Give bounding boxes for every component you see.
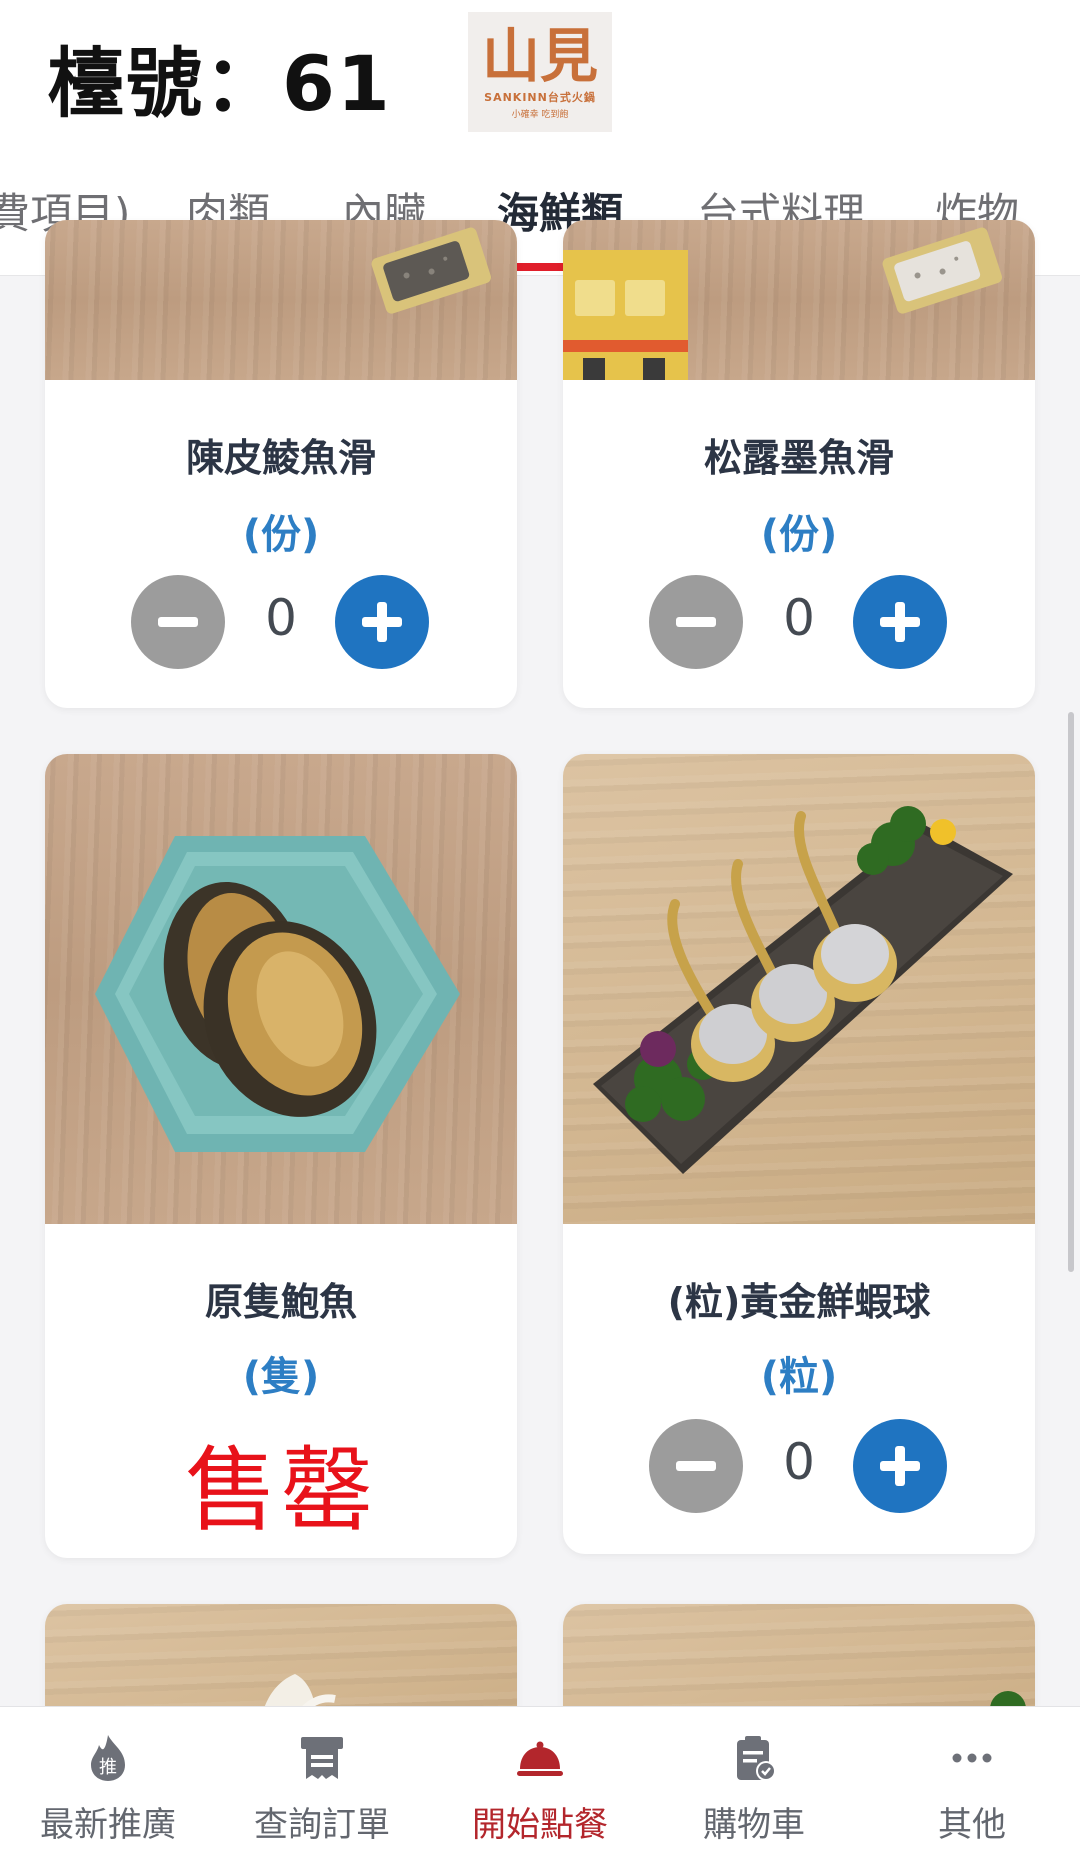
- sold-out-label: 售罄: [184, 1437, 377, 1544]
- increase-button[interactable]: [335, 575, 429, 669]
- cloche-icon: [517, 1741, 563, 1776]
- quantity-stepper: 0: [563, 575, 1035, 669]
- product-photo: [563, 754, 1035, 1224]
- nav-promotions[interactable]: 推 最新推廣: [8, 1733, 208, 1846]
- quantity-value: 0: [783, 589, 815, 647]
- plus-icon: [880, 1446, 920, 1486]
- product-card[interactable]: 陳皮鯪魚滑 (份) 0: [45, 220, 517, 708]
- product-unit: (份): [760, 512, 838, 558]
- svg-text:推: 推: [99, 1757, 117, 1778]
- nav-label: 最新推廣: [40, 1805, 176, 1845]
- nav-label: 查詢訂單: [254, 1805, 390, 1845]
- product-card[interactable]: 松露墨魚滑 (份) 0: [563, 220, 1035, 708]
- product-card[interactable]: 原隻鮑魚 (隻) 售罄: [45, 754, 517, 1558]
- quantity-value: 0: [783, 1433, 815, 1491]
- quantity-stepper: 0: [45, 575, 517, 669]
- nav-more[interactable]: 其他: [872, 1733, 1072, 1846]
- nav-order-history[interactable]: 查詢訂單: [222, 1733, 422, 1846]
- nav-label: 開始點餐: [472, 1805, 608, 1845]
- product-card[interactable]: (粒)黃金鮮蝦球 (粒) 0: [563, 754, 1035, 1554]
- order-receipt-icon: [301, 1737, 343, 1779]
- nav-cart[interactable]: 購物車: [654, 1733, 854, 1846]
- product-unit: (隻): [242, 1354, 320, 1400]
- product-name: 原隻鮑魚: [204, 1280, 357, 1324]
- increase-button[interactable]: [853, 1419, 947, 1513]
- product-unit: (份): [242, 512, 320, 558]
- nav-start-ordering[interactable]: 開始點餐: [440, 1733, 640, 1846]
- minus-icon: [158, 617, 198, 627]
- nav-label: 購物車: [703, 1805, 805, 1845]
- plus-icon: [880, 602, 920, 642]
- product-name: 陳皮鯪魚滑: [185, 436, 376, 480]
- logo-brand-text: SANKINN台式火鍋: [484, 90, 596, 104]
- product-unit: (粒): [760, 1354, 838, 1400]
- decrease-button[interactable]: [649, 1419, 743, 1513]
- brand-logo: 山見 SANKINN台式火鍋 小確幸 吃到飽: [468, 12, 612, 132]
- product-photo: [45, 220, 517, 380]
- nav-label: 其他: [938, 1805, 1006, 1845]
- increase-button[interactable]: [853, 575, 947, 669]
- more-icon: [952, 1753, 992, 1763]
- scrollbar[interactable]: [1068, 712, 1074, 1272]
- logo-slogan: 小確幸 吃到飽: [511, 109, 569, 120]
- quantity-stepper: 0: [563, 1419, 1035, 1513]
- product-name: (粒)黃金鮮蝦球: [667, 1280, 931, 1324]
- plus-icon: [362, 602, 402, 642]
- minus-icon: [676, 1461, 716, 1471]
- header: 檯號：61 山見 SANKINN台式火鍋 小確幸 吃到飽: [0, 0, 1080, 140]
- logo-mark: 山見: [481, 21, 598, 90]
- table-number-label: 檯號：61: [48, 39, 392, 128]
- product-name: 松露墨魚滑: [703, 436, 894, 480]
- cart-clipboard-icon: [737, 1736, 776, 1781]
- minus-icon: [676, 617, 716, 627]
- quantity-value: 0: [265, 589, 297, 647]
- product-photo: [563, 220, 1035, 380]
- decrease-button[interactable]: [649, 575, 743, 669]
- promo-flame-icon: 推: [91, 1735, 125, 1781]
- decrease-button[interactable]: [131, 575, 225, 669]
- product-photo: [45, 754, 517, 1224]
- bottom-navigation: 推 最新推廣 查詢訂單 開始點餐 購物車 其他: [0, 1706, 1080, 1857]
